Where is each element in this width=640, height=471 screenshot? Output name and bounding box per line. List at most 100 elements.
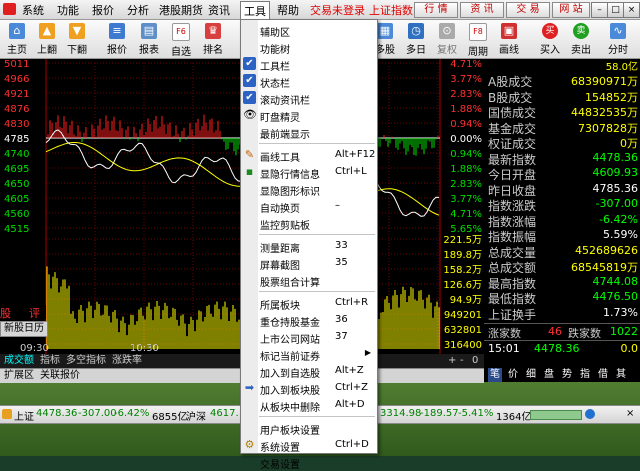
menu-item[interactable]: 显隐图形标识 [241,181,377,198]
status-logo-icon [2,409,12,419]
menu-news[interactable]: 资讯 [208,2,230,18]
menu-item[interactable]: ✔ 滚动资讯栏 [241,90,377,107]
sell-button[interactable]: 卖卖出 [566,22,596,56]
buy-button[interactable]: 买买入 [535,22,565,56]
arrow-icon: ➡ [244,381,255,394]
tab-price[interactable]: 价 [508,368,518,382]
zoom-reset-button[interactable]: 0 [470,354,480,368]
website-button[interactable]: 网 站 [552,2,590,18]
menu-item[interactable]: 从板块中删除 Alt+D [241,397,377,414]
period-icon: F8 [469,23,487,41]
page-up-button[interactable]: ▲ 上翻 [32,22,62,56]
tab-long-short[interactable]: 多空指标 [64,354,108,368]
pct-tick-label: 4.71% [450,59,482,70]
tab-turnover[interactable]: 成交额 [2,354,36,368]
menu-system[interactable]: 系统 [22,2,44,18]
multi-day-icon: ◷ [408,23,424,39]
market-button[interactable]: 行 情 [414,2,458,18]
tab-rise-fall-ratio[interactable]: 涨跌率 [110,354,144,368]
news-button[interactable]: 资 讯 [460,2,504,18]
trade-login-status[interactable]: 交易未登录 [310,2,365,18]
home-button[interactable]: ⌂ 主页 [2,22,32,56]
tab-detail[interactable]: 细 [526,368,536,382]
menu-item[interactable]: 监控剪贴板 [241,215,377,232]
menu-item[interactable]: 测量距离 33 [241,238,377,255]
menu-item[interactable]: 重仓持股基金 36 [241,312,377,329]
stat-row: 最新指数 4478.36 [488,151,638,167]
tab-related-quote[interactable]: 关联报价 [38,369,82,383]
hs-index-label[interactable]: 沪深 [186,408,206,423]
price-tick-label: 4515 [4,224,29,235]
menu-item[interactable]: 辅助区 [241,22,377,39]
menu-analysis[interactable]: 分析 [127,2,149,18]
tab-borrow[interactable]: 借 [598,368,608,382]
sh-index-label[interactable]: 上证 [14,408,34,423]
statusbar-close-icon[interactable]: × [626,408,634,419]
index-label[interactable]: 上证指数 [369,2,413,18]
quote-button[interactable]: ≡ 报价 [102,22,132,56]
other-index-pct: -5.41% [458,408,494,419]
menu-item[interactable]: 用户板块设置 [241,420,377,437]
menu-item[interactable]: 👁 盯盘精灵 [241,107,377,124]
volume-tick-label: 189.8万 [443,250,482,261]
minimize-button[interactable]: – [591,2,608,18]
multi-day-button[interactable]: ◷ 多日 [401,22,431,56]
check-icon: ✔ [243,74,256,87]
menu-item-label: 上市公司网站 [260,335,320,346]
menu-item[interactable]: 功能树 [241,39,377,56]
pct-tick-label: 2.83% [450,179,482,190]
maximize-button[interactable]: □ [607,2,624,18]
menu-item[interactable]: ▪ 显隐行情信息 Ctrl+L [241,164,377,181]
rank-button[interactable]: ♛ 排名 [198,22,228,56]
menu-item[interactable]: 自动换页 – [241,198,377,215]
sh-index-pct: -6.42% [114,408,150,419]
index-info-panel: 58.0亿 A股成交 68390971万 B股成交 154852万 国债成交 448325… [484,59,640,369]
menu-item[interactable]: 最前端显示 [241,124,377,141]
menu-item[interactable]: 标记当前证券 ▶ [241,346,377,363]
menu-item[interactable]: ✔ 状态栏 [241,73,377,90]
stat-value: 0万 [620,137,638,150]
tab-book[interactable]: 盘 [544,368,554,382]
menu-item-label: 状态栏 [260,79,290,90]
menu-item[interactable]: 股票组合计算 [241,272,377,289]
adjust-button[interactable]: ⊙ 复权 [432,22,462,56]
draw-line-button[interactable]: ▣ 画线 [494,22,524,56]
stat-row: A股成交 68390971万 [488,73,638,89]
report-button[interactable]: ▤ 报表 [134,22,164,56]
menu-tools[interactable]: 工具 [240,1,270,20]
zoom-out-button[interactable]: - [458,354,466,368]
menu-item[interactable]: 所属板块 Ctrl+R [241,295,377,312]
menu-hk-futures[interactable]: 港股期货 [159,2,203,18]
pct-tick-label: 4.71% [450,209,482,220]
period-button[interactable]: F8 周期 [463,22,493,58]
menu-item[interactable]: 屏幕截图 35 [241,255,377,272]
tab-other[interactable]: 其 [616,368,626,382]
tab-extension[interactable]: 扩展区 [2,369,36,383]
close-button[interactable]: × [623,2,640,18]
menu-item-shortcut: Ctrl+D [335,439,369,450]
timeshare-button[interactable]: ∿ 分时 [603,22,633,56]
menu-item[interactable]: ✔ 工具栏 [241,56,377,73]
page-down-button[interactable]: ▼ 下翻 [62,22,92,56]
zoom-in-button[interactable]: + [446,354,458,368]
trade-button[interactable]: 交 易 [506,2,550,18]
hs-index-value: 4617. [210,408,239,419]
menu-item[interactable]: 交易设置 [241,454,377,471]
tab-ticks[interactable]: 笔 [488,368,502,382]
new-stock-calendar-button[interactable]: 新股日历 [0,321,48,337]
menu-item[interactable]: ➡ 加入到板块股 Ctrl+Z [241,380,377,397]
menu-item[interactable]: ⚙ 系统设置 Ctrl+D [241,437,377,454]
favorites-button[interactable]: F6 自选 [166,22,196,58]
menu-item[interactable]: 上市公司网站 37 [241,329,377,346]
side-label-box: 股评 [0,305,46,320]
report-icon: ▤ [141,23,157,39]
menu-function[interactable]: 功能 [57,2,79,18]
menu-item[interactable]: ✎ 画线工具 Alt+F12 [241,147,377,164]
tab-index[interactable]: 指 [580,368,590,382]
tab-trend[interactable]: 势 [562,368,572,382]
menu-item[interactable]: 加入到自选股 Alt+Z [241,363,377,380]
menu-help[interactable]: 帮助 [277,2,299,18]
volume-tick-label: 94.9万 [450,295,482,306]
tab-indicator[interactable]: 指标 [38,354,62,368]
menu-quote[interactable]: 报价 [92,2,114,18]
